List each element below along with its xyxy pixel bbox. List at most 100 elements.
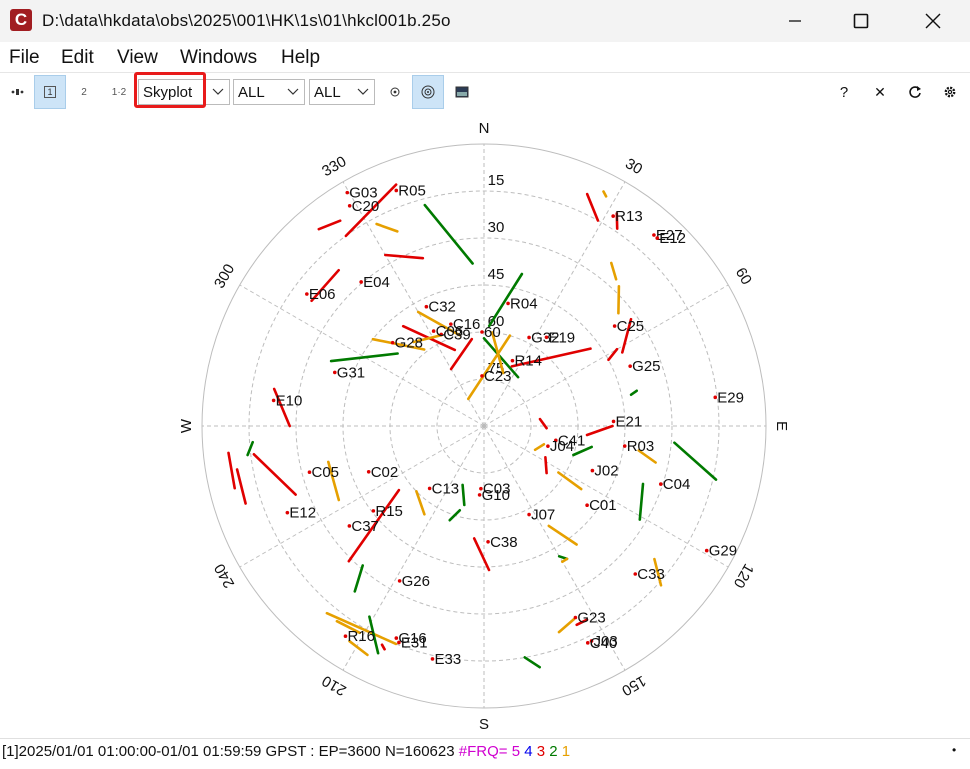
elevation-label: 15 bbox=[488, 172, 505, 189]
title-bar: C D:\data\hkdata\obs\2025\001\HK\1s\01\h… bbox=[0, 0, 970, 42]
frequency-2-button[interactable]: 2 bbox=[68, 75, 100, 109]
crosshair-icon bbox=[420, 84, 436, 100]
satellite-track bbox=[587, 194, 598, 220]
satellite-label: E33 bbox=[434, 651, 461, 668]
satellite-track bbox=[425, 205, 473, 263]
satellite-label: C38 bbox=[490, 534, 518, 551]
satellite-filter-select[interactable]: ALL bbox=[233, 79, 305, 105]
direction-label-s: S bbox=[479, 716, 489, 733]
satellite-track bbox=[611, 263, 616, 279]
satellite-label: C40 bbox=[590, 635, 618, 652]
skyplot-area: NESW30601201502102403003301530456075G03C… bbox=[0, 112, 970, 738]
azimuth-spoke bbox=[484, 182, 625, 426]
satellite-label: E04 bbox=[363, 274, 390, 291]
frequency-12-button[interactable]: 1·2 bbox=[103, 75, 135, 109]
center-point-button[interactable] bbox=[379, 75, 411, 109]
direction-label-n: N bbox=[479, 120, 490, 137]
satellite-track bbox=[377, 224, 398, 231]
satellite-track bbox=[609, 349, 618, 360]
satellite-label: J02 bbox=[594, 463, 618, 480]
satellite-track bbox=[463, 485, 465, 505]
satellite-label: G28 bbox=[395, 335, 423, 352]
elevation-label: 30 bbox=[488, 219, 505, 236]
satellite-label: J07 bbox=[531, 507, 555, 524]
show-tracks-button[interactable] bbox=[2, 75, 34, 109]
satellite-track bbox=[549, 526, 577, 545]
resize-grip-icon[interactable]: • bbox=[952, 743, 956, 757]
satellite-track bbox=[587, 426, 613, 435]
satellite-track bbox=[451, 339, 472, 369]
satellite-label: C32 bbox=[428, 299, 456, 316]
observation-filter-select[interactable]: ALL bbox=[309, 79, 375, 105]
skyplot-canvas: NESW30601201502102403003301530456075G03C… bbox=[0, 112, 970, 738]
close-window-button[interactable] bbox=[910, 4, 956, 38]
satellite-track bbox=[237, 470, 246, 504]
satellite-track bbox=[474, 538, 489, 570]
status-bar: [1]2025/01/01 01:00:00-01/01 01:59:59 GP… bbox=[0, 738, 970, 769]
frequency-3: 3 bbox=[537, 743, 545, 760]
direction-label-w: W bbox=[178, 418, 195, 433]
zenith-dot bbox=[482, 424, 486, 428]
settings-button[interactable] bbox=[934, 75, 966, 109]
frequency-1-button[interactable]: 1 bbox=[34, 75, 66, 109]
minimize-button[interactable] bbox=[772, 4, 818, 38]
clear-button[interactable]: ✕ bbox=[864, 75, 896, 109]
menu-help[interactable]: Help bbox=[281, 47, 320, 69]
maximize-button[interactable] bbox=[838, 4, 884, 38]
direction-label-e: E bbox=[773, 421, 790, 431]
satellite-label: G25 bbox=[632, 358, 660, 375]
observation-filter-value: ALL bbox=[314, 84, 341, 101]
azimuth-label: 120 bbox=[730, 561, 757, 591]
satellite-label: E21 bbox=[616, 413, 643, 430]
chevron-down-icon bbox=[287, 83, 299, 105]
satellite-label: C13 bbox=[432, 480, 460, 497]
gear-icon bbox=[943, 85, 957, 99]
satellite-label: E12 bbox=[289, 505, 316, 522]
minimize-icon bbox=[788, 14, 802, 28]
satellite-track bbox=[450, 510, 460, 520]
menu-view[interactable]: View bbox=[117, 47, 158, 69]
frequency-12-label: 1·2 bbox=[112, 87, 126, 98]
frequency-1: 1 bbox=[562, 743, 570, 760]
satellite-label: G26 bbox=[402, 573, 430, 590]
reload-button[interactable] bbox=[899, 75, 931, 109]
dots-icon bbox=[10, 87, 26, 97]
satellite-label: R04 bbox=[510, 295, 538, 312]
satellite-label: C23 bbox=[484, 368, 512, 385]
satellite-track bbox=[535, 444, 544, 450]
image-icon bbox=[455, 86, 469, 98]
azimuth-label: 330 bbox=[319, 153, 349, 180]
satellite-label: E10 bbox=[276, 392, 303, 409]
satellite-label: R13 bbox=[615, 208, 643, 225]
azimuth-label: 240 bbox=[211, 561, 238, 591]
satellite-label: E19 bbox=[548, 329, 575, 346]
satellite-label: E29 bbox=[717, 389, 744, 406]
status-main: [1]2025/01/01 01:00:00-01/01 01:59:59 GP… bbox=[2, 743, 459, 760]
help-icon: ? bbox=[840, 84, 848, 101]
satellite-track bbox=[385, 255, 423, 258]
satellite-label: G31 bbox=[337, 364, 365, 381]
satellite-label: R05 bbox=[398, 182, 426, 199]
frequency-5: 5 bbox=[512, 743, 520, 760]
frequency-2-label: 2 bbox=[81, 87, 87, 98]
satellite-track bbox=[618, 286, 619, 313]
satellite-label: C06 bbox=[436, 323, 464, 340]
chevron-down-icon bbox=[212, 83, 224, 105]
satellite-track bbox=[545, 457, 546, 473]
sky-image-button[interactable] bbox=[446, 75, 478, 109]
satellite-track bbox=[604, 192, 607, 197]
menu-windows[interactable]: Windows bbox=[180, 47, 257, 69]
satellite-label: C01 bbox=[589, 497, 617, 514]
satellite-label: J04 bbox=[550, 438, 574, 455]
satellite-track bbox=[229, 453, 235, 488]
satellite-label: R16 bbox=[347, 628, 375, 645]
satellite-track bbox=[382, 645, 385, 650]
help-button[interactable]: ? bbox=[828, 75, 860, 109]
menu-file[interactable]: File bbox=[9, 47, 40, 69]
plot-type-highlight bbox=[134, 72, 206, 108]
skyplot-view-button[interactable] bbox=[412, 75, 444, 109]
menu-edit[interactable]: Edit bbox=[61, 47, 94, 69]
close-icon bbox=[925, 13, 941, 29]
satellite-label: R14 bbox=[514, 353, 542, 370]
chevron-down-icon bbox=[357, 83, 369, 105]
